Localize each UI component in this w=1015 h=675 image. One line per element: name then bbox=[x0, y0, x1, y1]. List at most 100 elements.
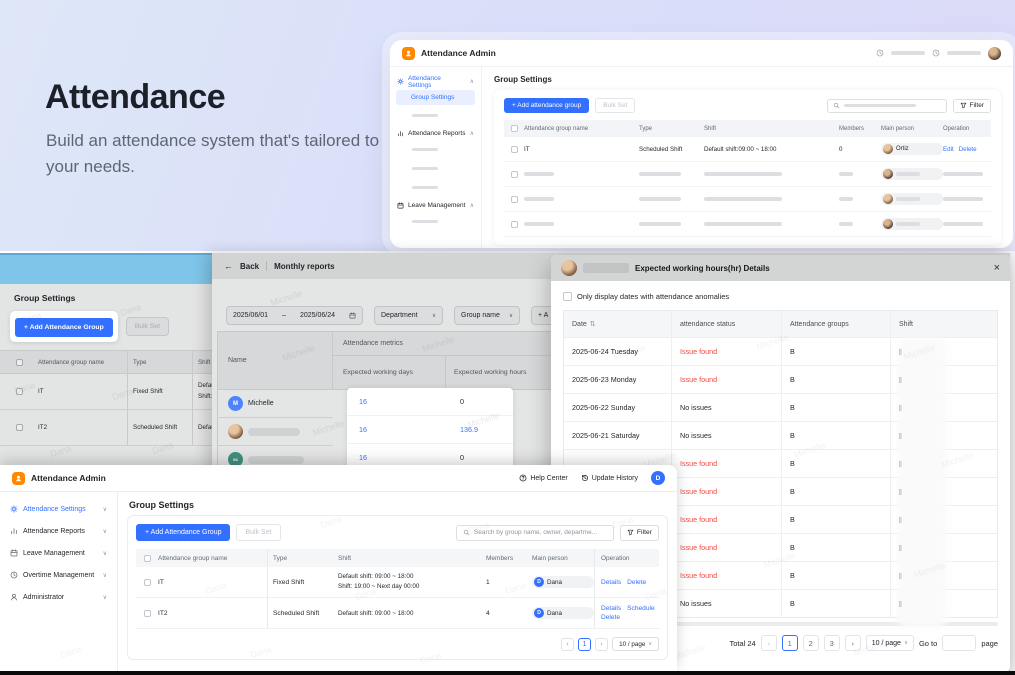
placeholder-bar bbox=[896, 222, 920, 226]
row-checkbox[interactable] bbox=[144, 579, 151, 586]
shift-line: Shift: 19:00 ~ Next day 00:00 bbox=[198, 393, 212, 400]
employee-row[interactable]: M Michelle bbox=[217, 390, 333, 418]
row-checkbox[interactable] bbox=[511, 221, 518, 228]
status-cell: Issue found bbox=[672, 478, 782, 505]
table-row[interactable]: IT Fixed Shift Default shift: 09:00 ~ 18… bbox=[136, 567, 659, 598]
sidebar-item-attendance-reports[interactable]: Attendance Reports ∧ bbox=[390, 126, 481, 141]
sidebar-item-attendance-reports[interactable]: Attendance Reports ∨ bbox=[0, 520, 117, 542]
filter-button[interactable]: Filter bbox=[953, 99, 991, 113]
details-link[interactable]: Details bbox=[601, 605, 621, 612]
chevron-down-icon: ∨ bbox=[103, 506, 107, 513]
user-avatar[interactable]: D bbox=[651, 471, 665, 485]
metrics-row: 16 136.9 bbox=[347, 416, 513, 444]
back-arrow-icon[interactable]: ← bbox=[224, 261, 233, 271]
shift-cell: Default shift: 09:00 ~ 18:00Shift: 19:00… bbox=[193, 381, 212, 401]
anomaly-filter[interactable]: Only display dates with attendance anoma… bbox=[563, 292, 998, 301]
bulk-set-button[interactable]: Bulk Set bbox=[126, 317, 169, 336]
employee-name: Michelle bbox=[248, 400, 274, 407]
schedule-link[interactable]: Schedule bbox=[627, 605, 655, 612]
delete-link[interactable]: Delete bbox=[627, 579, 646, 586]
type-cell: Fixed Shift bbox=[268, 579, 338, 586]
row-checkbox[interactable] bbox=[511, 196, 518, 203]
help-center-link[interactable]: Help Center bbox=[519, 474, 567, 482]
delete-link[interactable]: Delete bbox=[601, 614, 620, 621]
row-checkbox[interactable] bbox=[511, 171, 518, 178]
department-select[interactable]: Department∨ bbox=[374, 306, 443, 325]
page-size-select[interactable]: 10 / page∨ bbox=[866, 635, 914, 651]
shift-cell: Default shift:09:00 ~ 18:00 bbox=[704, 146, 839, 153]
page-button[interactable]: 1 bbox=[782, 635, 798, 651]
close-icon[interactable]: × bbox=[994, 263, 1000, 274]
sidebar-item-leave-management[interactable]: Leave Management ∧ bbox=[390, 198, 481, 213]
page-button[interactable]: 2 bbox=[803, 635, 819, 651]
back-button[interactable]: Back bbox=[240, 262, 259, 271]
bulk-set-button[interactable]: Bulk Set bbox=[236, 524, 280, 541]
page-size-select[interactable]: 10 / page∨ bbox=[612, 637, 659, 651]
table-row[interactable]: IT Fixed Shift Default shift: 09:00 ~ 18… bbox=[0, 374, 212, 410]
app-header: Attendance Admin Help Center Update Hist… bbox=[0, 465, 677, 492]
sidebar-item-overtime-management[interactable]: Overtime Management ∨ bbox=[0, 564, 117, 586]
hours-value[interactable]: 136.9 bbox=[460, 425, 513, 434]
hours-value[interactable]: 0 bbox=[460, 397, 513, 406]
row-checkbox[interactable] bbox=[144, 610, 151, 617]
employee-row[interactable] bbox=[217, 418, 333, 446]
placeholder-bar bbox=[839, 197, 853, 201]
search-input[interactable] bbox=[827, 99, 947, 113]
edit-link[interactable]: Edit bbox=[943, 146, 954, 153]
next-page-button[interactable]: › bbox=[845, 635, 861, 651]
days-value[interactable]: 16 bbox=[347, 425, 460, 434]
select-all-checkbox[interactable] bbox=[16, 359, 23, 366]
page-button[interactable]: 1 bbox=[578, 638, 591, 651]
date-range-picker[interactable]: 2025/06/01 – 2025/06/24 bbox=[226, 306, 363, 325]
next-page-button[interactable]: › bbox=[595, 638, 608, 651]
table-row[interactable]: IT2 Scheduled Shift Default shift: 09:00… bbox=[0, 410, 212, 446]
table-row[interactable]: IT Scheduled Shift Default shift:09:00 ~… bbox=[504, 137, 991, 162]
row-checkbox[interactable] bbox=[16, 388, 23, 395]
details-link[interactable]: Details bbox=[601, 579, 621, 586]
prev-page-button[interactable]: ‹ bbox=[761, 635, 777, 651]
add-attendance-group-button[interactable]: + Add attendance group bbox=[504, 98, 589, 113]
update-history-link[interactable]: Update History bbox=[581, 474, 638, 482]
sidebar-item-attendance-settings[interactable]: Attendance Settings ∨ bbox=[0, 498, 117, 520]
user-avatar[interactable] bbox=[988, 47, 1001, 60]
person-avatar bbox=[883, 219, 893, 229]
search-input[interactable]: Search by group name, owner, departme... bbox=[456, 525, 614, 541]
table-row[interactable]: IT2 Scheduled Shift Default shift: 09:00… bbox=[136, 598, 659, 629]
goto-page-input[interactable] bbox=[942, 635, 976, 651]
filter-button[interactable]: Filter bbox=[620, 525, 659, 541]
person-name: Dana bbox=[547, 610, 562, 617]
row-checkbox[interactable] bbox=[511, 146, 518, 153]
sidebar-item-group-settings[interactable]: Group Settings bbox=[396, 90, 475, 105]
delete-link[interactable]: Delete bbox=[959, 146, 977, 153]
add-attendance-group-button[interactable]: + Add Attendance Group bbox=[15, 318, 113, 337]
calendar-icon bbox=[10, 549, 18, 557]
row-checkbox[interactable] bbox=[16, 424, 23, 431]
days-value[interactable]: 16 bbox=[347, 397, 460, 406]
bulk-set-button[interactable]: Bulk Set bbox=[595, 98, 635, 113]
days-value[interactable]: 16 bbox=[347, 453, 460, 462]
members-cell: 4 bbox=[486, 610, 532, 617]
calendar-icon bbox=[397, 202, 404, 209]
table-row-skeleton bbox=[504, 162, 991, 187]
status-icon[interactable] bbox=[932, 49, 940, 57]
search-placeholder: Search by group name, owner, departme... bbox=[474, 529, 597, 536]
anomaly-checkbox[interactable] bbox=[563, 292, 572, 301]
sort-icon[interactable]: ⇅ bbox=[590, 320, 596, 328]
sidebar-item-label: Overtime Management bbox=[23, 572, 94, 579]
column-header: Attendance group name bbox=[38, 351, 128, 373]
history-label: Update History bbox=[592, 475, 638, 482]
sidebar-item-administrator[interactable]: Administrator ∨ bbox=[0, 586, 117, 608]
page-button[interactable]: 3 bbox=[824, 635, 840, 651]
select-all-checkbox[interactable] bbox=[144, 555, 151, 562]
prev-page-button[interactable]: ‹ bbox=[561, 638, 574, 651]
select-all-checkbox[interactable] bbox=[511, 125, 518, 132]
clock-icon[interactable] bbox=[876, 49, 884, 57]
person-icon bbox=[10, 593, 18, 601]
group-name-select[interactable]: Group name∨ bbox=[454, 306, 520, 325]
sidebar-item-attendance-settings[interactable]: Attendance Settings ∧ bbox=[390, 74, 481, 89]
page-label: page bbox=[981, 639, 998, 648]
hours-value[interactable]: 0 bbox=[460, 453, 513, 462]
sidebar-item-leave-management[interactable]: Leave Management ∨ bbox=[0, 542, 117, 564]
group-name-cell: IT bbox=[158, 567, 268, 597]
add-attendance-group-button[interactable]: + Add Attendance Group bbox=[136, 524, 230, 541]
